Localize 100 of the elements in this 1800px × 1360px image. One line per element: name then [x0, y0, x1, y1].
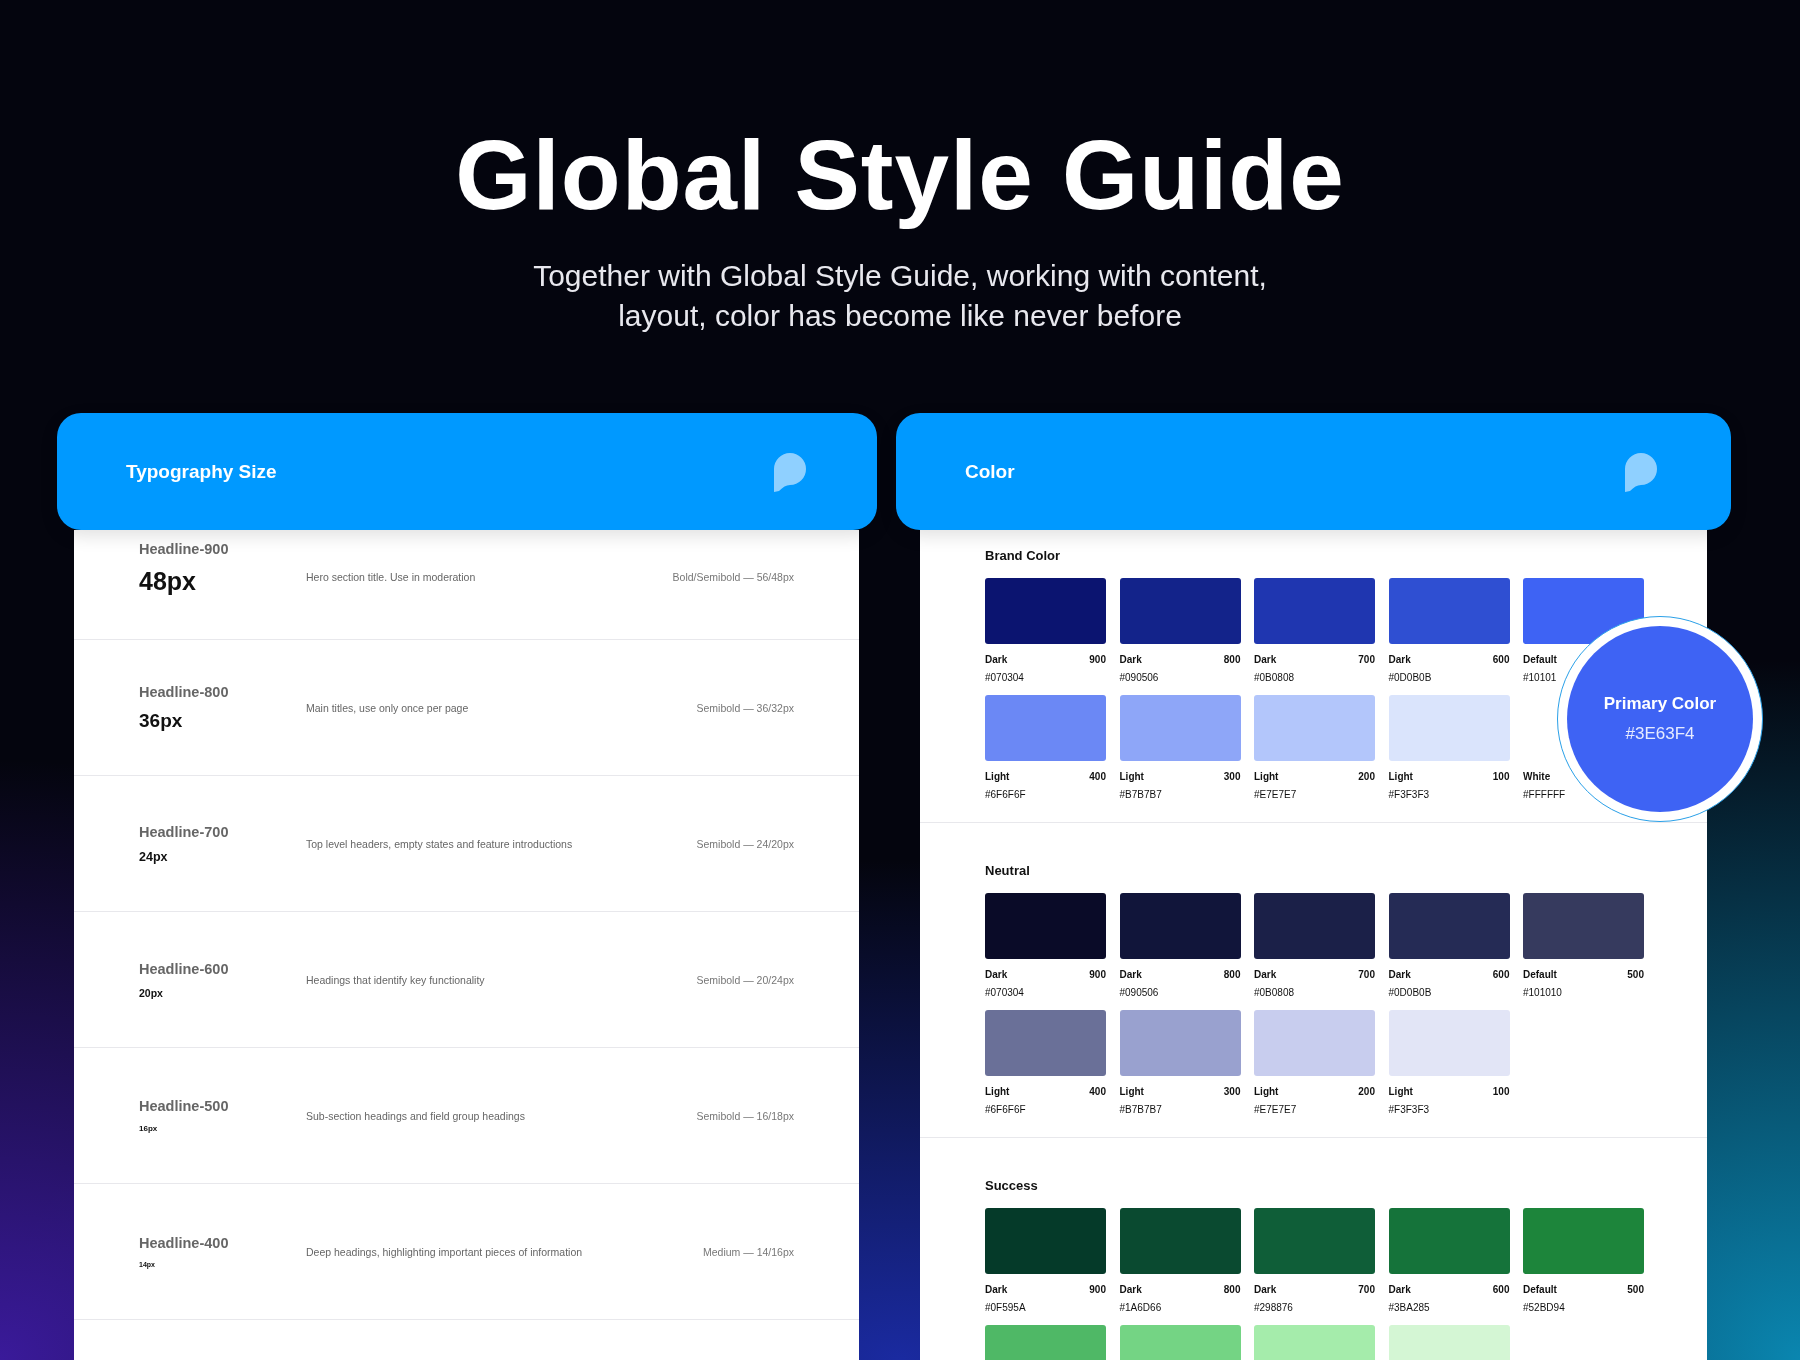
- hex-code: #1A6D66: [1119, 1302, 1163, 1313]
- swatch-label: Light: [1254, 771, 1279, 783]
- size-sample: 48px: [139, 567, 197, 596]
- swatch-level: 900: [1089, 969, 1106, 981]
- style-description: Top level headers, empty states and feature introductions: [306, 837, 574, 850]
- swatch-label: Default: [1523, 654, 1557, 666]
- bubble-icon: [1624, 451, 1658, 492]
- section-title: Success: [985, 1178, 1039, 1193]
- section-title: Brand Color: [985, 548, 1062, 563]
- style-description: Sub-section headings and field group headings: [306, 1109, 526, 1122]
- card-title: Color: [965, 460, 1015, 483]
- badge-hex: #3E63F4: [1625, 724, 1695, 744]
- hex-code: #10101: [1523, 672, 1558, 683]
- style-name: Headline-500: [139, 1098, 230, 1114]
- style-spec: Semibold — 20/24px: [696, 973, 794, 986]
- hex-code: #E7E7E7: [1254, 1104, 1298, 1115]
- swatch-label: Dark: [1388, 969, 1411, 981]
- style-description: Main titles, use only once per page: [306, 701, 470, 714]
- swatch-level: 400: [1089, 1086, 1106, 1098]
- swatch-label: Dark: [985, 969, 1008, 981]
- hex-code: #F3F3F3: [1388, 789, 1431, 800]
- swatch-label: White: [1523, 771, 1551, 783]
- hex-code: #F3F3F3: [1388, 1104, 1431, 1115]
- style-description: Deep headings, highlighting important pieces of information: [306, 1245, 584, 1258]
- swatch-label: Light: [1119, 1086, 1144, 1098]
- swatch-label: Light: [985, 771, 1010, 783]
- hex-code: #FFFFFF: [1523, 789, 1567, 800]
- style-spec: Semibold — 24/20px: [696, 837, 794, 850]
- hex-code: #B7B7B7: [1119, 789, 1163, 800]
- swatch-label: Default: [1523, 969, 1557, 981]
- style-description: Hero section title. Use in moderation: [306, 571, 477, 583]
- badge-title: Primary Color: [1603, 694, 1717, 714]
- swatch-label: Dark: [985, 1284, 1008, 1296]
- swatch-level: 800: [1223, 654, 1241, 666]
- hex-code: #0F595A: [985, 1302, 1027, 1313]
- style-name: Headline-700: [139, 823, 230, 840]
- swatch-label: Dark: [1119, 654, 1142, 666]
- size-sample: 16px: [139, 1124, 159, 1133]
- hex-code: #101010: [1523, 987, 1563, 998]
- size-sample: 24px: [139, 849, 169, 864]
- hex-code: #0B0808: [1254, 672, 1296, 683]
- swatch-level: 900: [1089, 1284, 1106, 1296]
- swatch-level: 900: [1089, 654, 1106, 666]
- hex-code: #6F6F6F: [985, 1104, 1027, 1115]
- swatch-level: 500: [1627, 969, 1644, 981]
- hex-code: #3BA285: [1388, 1302, 1431, 1313]
- swatch-label: Light: [1388, 771, 1413, 783]
- swatch-label: Dark: [1254, 1284, 1277, 1296]
- section-title: Neutral: [985, 863, 1031, 878]
- hex-code: #0D0B0B: [1388, 987, 1433, 998]
- hex-code: #0B0808: [1254, 987, 1296, 998]
- style-name: Headline-800: [139, 683, 230, 700]
- hex-code: #E7E7E7: [1254, 789, 1298, 800]
- swatch-label: Dark: [1119, 1284, 1142, 1296]
- swatch-level: 200: [1358, 1086, 1375, 1098]
- swatch-level: 100: [1492, 1086, 1510, 1098]
- swatch-label: Dark: [1119, 969, 1142, 981]
- style-spec: Medium — 14/16px: [702, 1245, 794, 1258]
- card-title: Typography Size: [126, 460, 277, 483]
- swatch-label: Default: [1523, 1284, 1557, 1296]
- bubble-icon: [773, 451, 807, 492]
- swatch-label: Light: [1388, 1086, 1413, 1098]
- swatch-level: 400: [1089, 771, 1106, 783]
- hex-code: #0D0B0B: [1388, 672, 1433, 683]
- swatch-label: Dark: [1254, 969, 1277, 981]
- swatch-level: 200: [1358, 771, 1375, 783]
- swatch-level: 700: [1358, 969, 1375, 981]
- hex-code: #6F6F6F: [985, 789, 1027, 800]
- swatch-level: 800: [1223, 969, 1241, 981]
- swatch-label: Dark: [1388, 1284, 1411, 1296]
- style-spec: Bold/Semibold — 56/48px: [672, 571, 794, 583]
- style-description: Headings that identify key functionality: [306, 973, 486, 986]
- swatch-label: Light: [1119, 771, 1144, 783]
- size-sample: 36px: [139, 709, 184, 732]
- swatch-level: 300: [1223, 771, 1241, 783]
- hex-code: #52BD94: [1523, 1302, 1566, 1313]
- swatch-label: Light: [1254, 1086, 1279, 1098]
- swatch-label: Dark: [1388, 654, 1411, 666]
- style-spec: Semibold — 36/32px: [696, 701, 794, 714]
- swatch-level: 600: [1492, 654, 1510, 666]
- swatch-level: 700: [1358, 654, 1375, 666]
- swatch-label: Light: [985, 1086, 1010, 1098]
- swatch-level: 100: [1492, 771, 1510, 783]
- hex-code: #B7B7B7: [1119, 1104, 1163, 1115]
- subtitle-line: Together with Global Style Guide, working with content,: [533, 257, 1267, 294]
- swatch-level: 300: [1223, 1086, 1241, 1098]
- style-name: Headline-900: [139, 541, 230, 557]
- hex-code: #090506: [1119, 672, 1160, 683]
- swatch-level: 700: [1358, 1284, 1375, 1296]
- swatch-level: 600: [1492, 1284, 1510, 1296]
- style-name: Headline-400: [139, 1235, 230, 1251]
- hex-code: #070304: [985, 987, 1025, 998]
- swatch-level: 500: [1627, 1284, 1644, 1296]
- swatch-level: 800: [1223, 1284, 1241, 1296]
- swatch-label: Dark: [985, 654, 1008, 666]
- style-name: Headline-600: [139, 960, 230, 977]
- hex-code: #298876: [1254, 1302, 1294, 1313]
- style-spec: Semibold — 16/18px: [696, 1109, 794, 1122]
- hex-code: #070304: [985, 672, 1025, 683]
- page-title: Global Style Guide: [455, 122, 1345, 230]
